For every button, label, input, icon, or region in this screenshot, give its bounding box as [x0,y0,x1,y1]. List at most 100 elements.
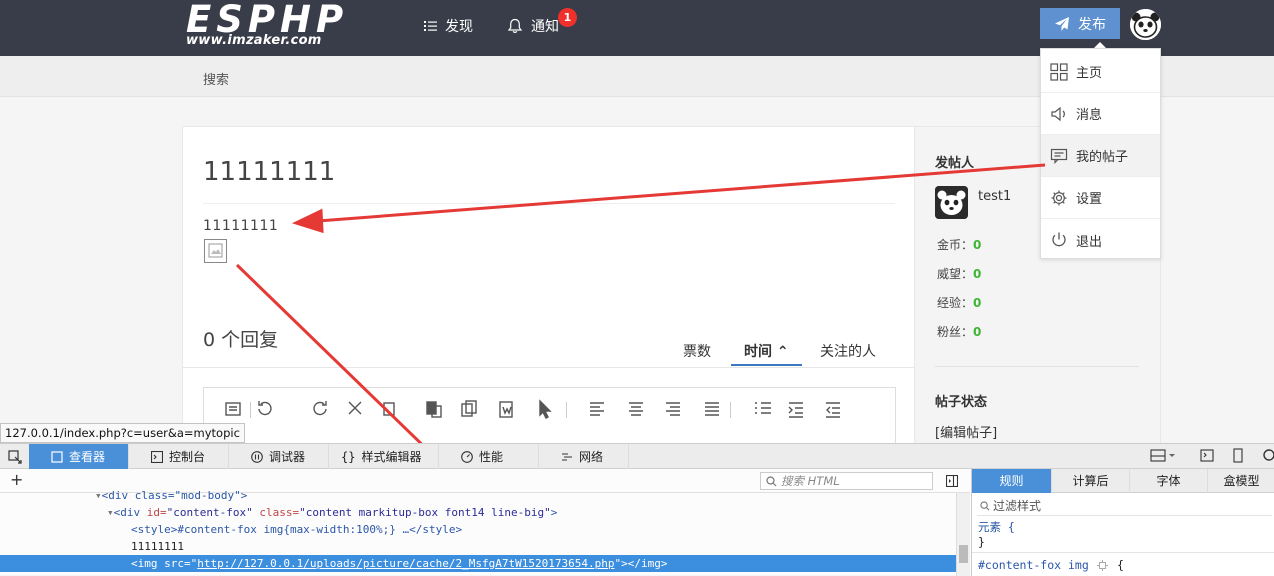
stat-experience: 经验：0 [937,294,981,311]
edit-post-link[interactable]: [编辑帖子] [935,422,997,441]
stat-value: 0 [973,238,982,252]
post-status-heading: 帖子状态 [935,395,988,410]
stat-label: 经验： [937,296,974,310]
tab-time[interactable]: 时间 ⌃ [744,341,789,361]
divider [935,366,1139,367]
tree-scrollbar[interactable] [956,493,970,576]
tab-computed[interactable]: 计算后 [1052,469,1130,493]
dock-icon [1150,449,1175,462]
code-text: 11111111 [131,540,184,553]
rules-pane: 规则 计算后 字体 盒模型 过滤样式 元素 { } #content-fox i… [971,469,1274,576]
menu-item-messages[interactable]: 消息 [1041,93,1160,135]
tab-performance[interactable]: 性能 [439,444,539,469]
user-avatar[interactable] [1130,9,1161,40]
code-tag: <div [113,506,147,519]
list-icon [424,21,437,31]
tab-fonts[interactable]: 字体 [1130,469,1208,493]
stat-label: 威望： [937,267,974,281]
stat-value: 0 [973,267,982,281]
code-line-selected[interactable]: <img src="http://127.0.0.1/uploads/pictu… [0,555,956,572]
search-html-placeholder: 搜索 HTML [781,474,840,488]
post-body: 11111111 [203,218,279,234]
tab-label: 调试器 [269,450,306,464]
power-icon [1052,232,1066,247]
code-line[interactable]: ▾<div id="content-fox" class="content ma… [0,504,956,521]
tab-label: 网络 [579,450,604,464]
tab-inspector[interactable]: 查看器 [29,444,129,469]
reply-count: 0 个回复 [203,329,279,351]
menu-item-logout[interactable]: 退出 [1041,219,1160,261]
settings-button[interactable] [1262,448,1274,466]
broken-image-icon [204,239,227,263]
tab-style-editor[interactable]: {} 样式编辑器 [329,444,439,469]
post-title: 11111111 [203,157,336,187]
phone-icon [1233,448,1243,463]
menu-item-settings[interactable]: 设置 [1041,177,1160,219]
dock-layout-button[interactable] [1150,449,1176,467]
bear-avatar-icon [935,186,968,219]
responsive-mode-button[interactable] [1232,448,1244,467]
tab-box-model[interactable]: 盒模型 [1208,469,1274,493]
search-icon [766,476,777,487]
rule-selector[interactable]: 元素 { [978,519,1015,535]
target-icon[interactable] [1097,560,1108,571]
code-line[interactable]: ▾<div class="mod-body"> [0,487,956,504]
poster-username[interactable]: test1 [978,189,1011,204]
poster-heading: 发帖人 [935,156,975,171]
menu-item-label: 主页 [1076,66,1103,81]
publish-button[interactable]: 发布 [1040,8,1120,39]
console-icon [151,450,163,463]
stat-fans: 粉丝：0 [937,323,981,340]
code-tag: <img [131,557,165,570]
tab-console[interactable]: 控制台 [129,444,229,469]
expand-triangle-icon: ▾ [107,506,114,519]
poster-avatar[interactable] [935,186,968,219]
img-src-link[interactable]: http://127.0.0.1/uploads/picture/cache/2… [197,557,614,570]
menu-item-home[interactable]: 主页 [1041,51,1160,93]
scrollbar-thumb[interactable] [959,545,968,563]
rule-close: } [978,535,985,549]
reply-editor[interactable] [203,387,896,447]
menu-item-label: 我的帖子 [1076,150,1129,165]
nav-discover[interactable]: 发现 [424,16,473,36]
chevron-up-icon: ⌃ [776,344,789,360]
rules-tabbar: 规则 计算后 字体 盒模型 [972,469,1274,493]
tab-label: 控制台 [169,450,206,464]
publish-label: 发布 [1078,16,1106,33]
bear-avatar-icon [1130,9,1161,40]
menu-item-my-posts[interactable]: 我的帖子 [1041,135,1160,177]
post-panel: 11111111 11111111 0 个回复 票数 时间 ⌃ 关注的人 [182,126,915,447]
gear-icon [1051,190,1067,205]
code-line[interactable]: <style>#content-fox img{max-width:100%;}… [0,521,956,538]
tab-debugger[interactable]: 调试器 [229,444,329,469]
debugger-icon [251,450,263,463]
search-link[interactable]: 搜索 [203,69,229,88]
nav-notifications[interactable]: 通知 1 [507,8,577,36]
user-dropdown-menu: 主页 消息 我的帖子 设置 退出 [1040,48,1161,259]
nav-notifications-label: 通知 [531,19,559,35]
gear-icon [1263,449,1274,461]
editor-toolbar [225,399,840,419]
site-logo[interactable]: ESPHP www.imzaker.com [186,0,356,52]
network-icon [562,452,572,461]
tab-votes[interactable]: 票数 [683,341,711,361]
code-text: <style>#content-fox img{max-width:100%;}… [131,523,463,536]
split-console-button[interactable] [1200,449,1214,467]
code-line[interactable]: 11111111 [0,538,956,555]
logo-subtext: www.imzaker.com [186,33,322,48]
rule-selector[interactable]: #content-fox img [978,558,1089,572]
stat-label: 粉丝： [937,325,974,339]
code-attr: src= [164,557,191,570]
element-picker-button[interactable] [0,444,29,469]
tab-label: 性能 [479,450,504,464]
tab-following[interactable]: 关注的人 [820,341,876,361]
tab-network[interactable]: 网络 [539,444,629,469]
filter-placeholder: 过滤样式 [993,499,1042,513]
rule-open: { [1117,558,1124,572]
stat-value: 0 [973,296,982,310]
filter-styles-input[interactable]: 过滤样式 [977,497,1272,516]
menu-item-label: 设置 [1076,192,1103,207]
status-url-tooltip: 127.0.0.1/index.php?c=user&a=mytopic [0,423,245,443]
tab-time-label: 时间 [744,344,772,360]
tab-rules[interactable]: 规则 [972,469,1052,493]
